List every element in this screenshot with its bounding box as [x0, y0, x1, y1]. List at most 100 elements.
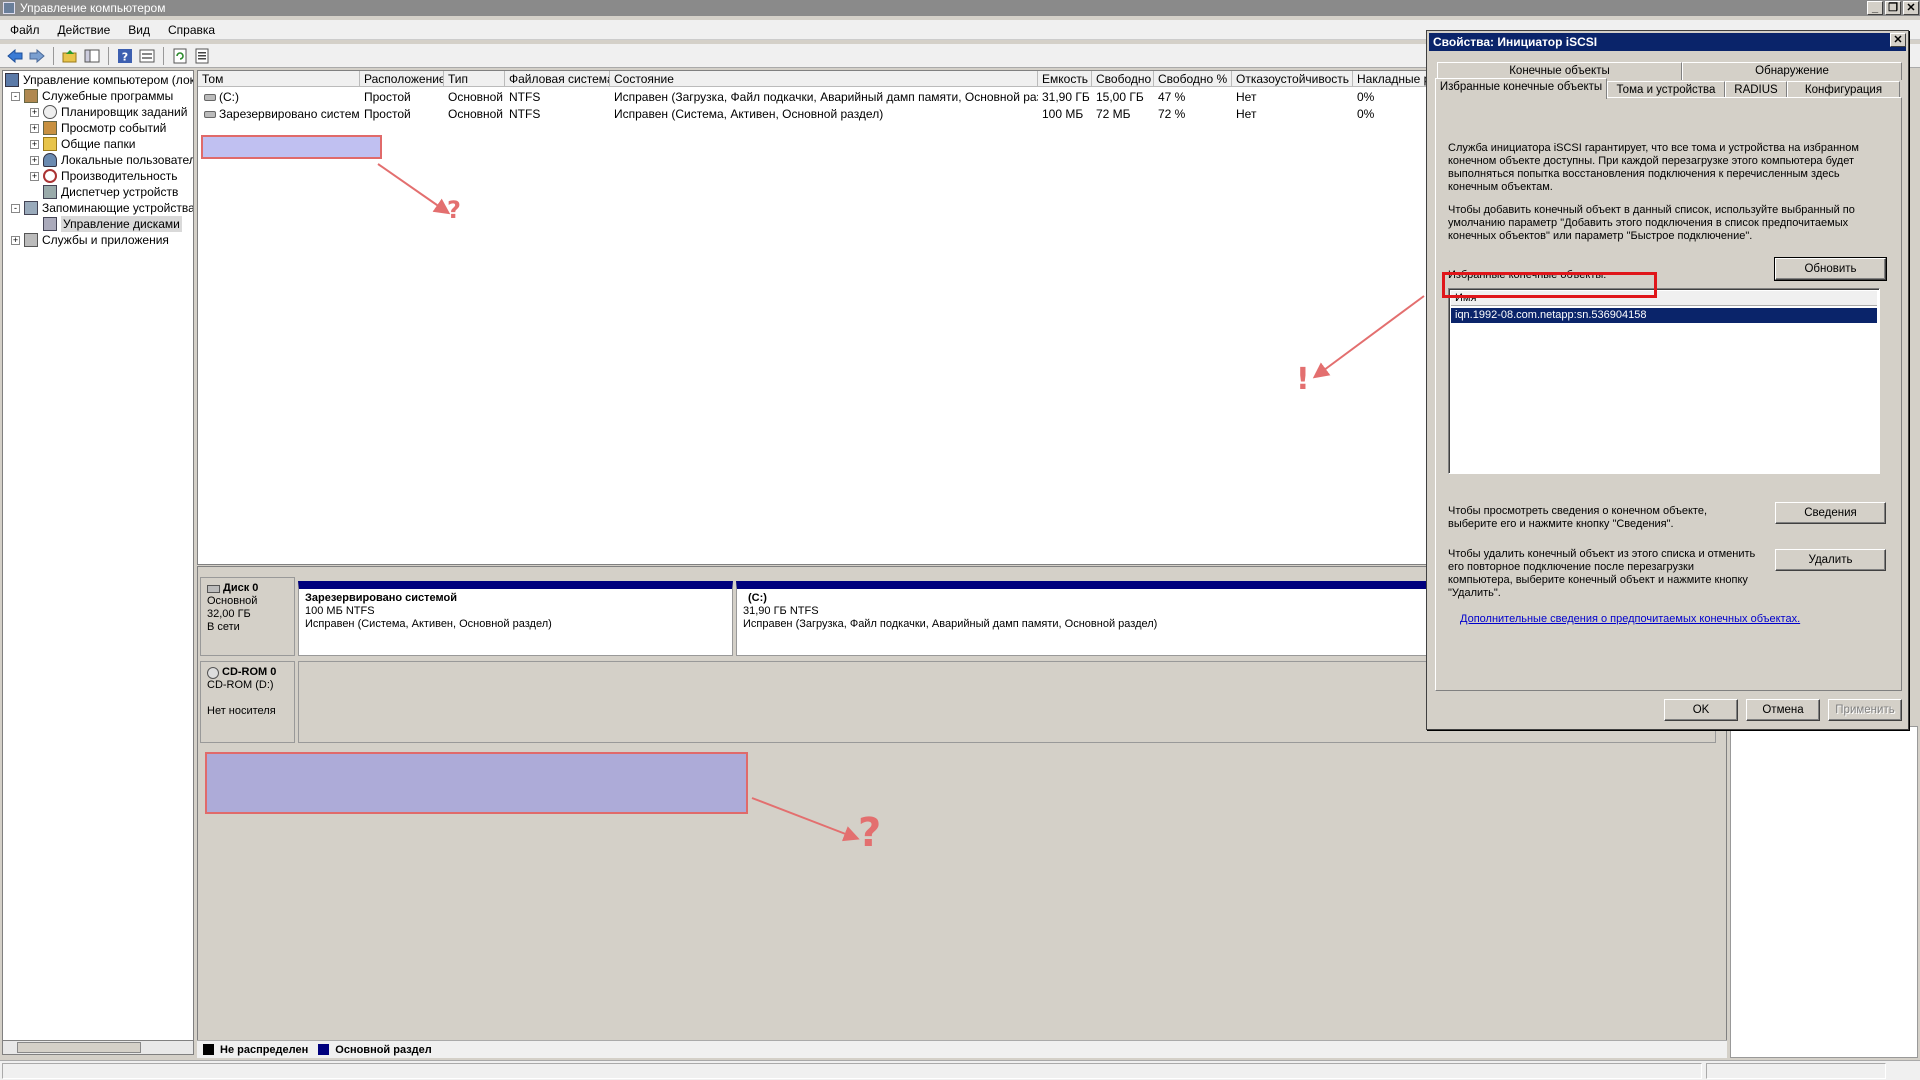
column-header-fault-tolerance[interactable]: Отказоустойчивость: [1232, 71, 1353, 87]
menu-view[interactable]: Вид: [118, 20, 158, 39]
disk-0-header[interactable]: Диск 0 Основной 32,00 ГБ В сети: [200, 577, 295, 656]
scrollbar-thumb[interactable]: [17, 1042, 141, 1053]
column-header-volume[interactable]: Том: [198, 71, 360, 87]
tree-item-shared-folders[interactable]: + Общие папки: [30, 136, 135, 152]
cdrom-icon: [207, 666, 219, 679]
computer-icon: [5, 73, 19, 87]
fault-tolerance-cell: Нет: [1236, 90, 1257, 104]
expand-icon[interactable]: +: [11, 235, 20, 245]
properties-icon[interactable]: [138, 47, 156, 65]
apply-button[interactable]: Применить: [1828, 699, 1902, 721]
status-cell: Исправен (Система, Активен, Основной раз…: [614, 107, 884, 121]
tree-item-device-manager[interactable]: Диспетчер устройств: [43, 184, 178, 200]
back-icon[interactable]: [6, 47, 24, 65]
disk-type: CD-ROM (D:): [207, 679, 274, 691]
column-header-layout[interactable]: Расположение: [360, 71, 444, 87]
expand-icon[interactable]: +: [30, 107, 39, 117]
restore-button[interactable]: ❐: [1885, 1, 1901, 15]
free-percent-cell: 47 %: [1158, 90, 1186, 104]
column-header-free[interactable]: Свободно: [1092, 71, 1154, 87]
iscsi-properties-dialog: Свойства: Инициатор iSCSI ✕ Конечные объ…: [1426, 30, 1909, 730]
partition-system-reserved[interactable]: Зарезервировано системой 100 МБ NTFS Исп…: [298, 581, 733, 656]
svg-text:?: ?: [122, 50, 128, 63]
dialog-close-button[interactable]: ✕: [1890, 33, 1906, 47]
status-panel: [2, 1063, 1702, 1079]
disk-state: Нет носителя: [207, 705, 276, 717]
column-header-file-system[interactable]: Файловая система: [505, 71, 610, 87]
collapse-icon[interactable]: -: [11, 91, 20, 101]
disk-type: Основной: [207, 595, 258, 607]
clock-icon: [43, 105, 57, 119]
tree-item-label: Управление компьютером (лока: [23, 73, 194, 87]
free-cell: 72 МБ: [1096, 107, 1131, 121]
tree-item-label: Служебные программы: [42, 89, 174, 103]
disk-management-icon: [43, 217, 57, 231]
details-button[interactable]: Сведения: [1775, 502, 1886, 524]
console-tree: Управление компьютером (лока - Служебные…: [2, 70, 194, 1055]
column-header-type[interactable]: Тип: [444, 71, 505, 87]
help-icon[interactable]: ?: [116, 47, 134, 65]
tab-discovery[interactable]: Обнаружение: [1682, 62, 1902, 80]
cancel-button[interactable]: Отмена: [1746, 699, 1820, 721]
status-cell: Исправен (Загрузка, Файл подкачки, Авари…: [614, 90, 1038, 104]
performance-icon: [43, 169, 57, 183]
legend-label: Не распределен: [220, 1043, 309, 1056]
more-info-link[interactable]: Дополнительные сведения о предпочитаемых…: [1460, 613, 1800, 625]
toolbar-separator: [163, 46, 164, 65]
volume-cell: (C:): [200, 89, 360, 105]
refresh-icon[interactable]: [171, 47, 189, 65]
unallocated-swatch: [203, 1044, 214, 1055]
tree-item-services-applications[interactable]: + Службы и приложения: [11, 232, 169, 248]
expand-icon[interactable]: +: [30, 171, 39, 181]
partition-size: 100 МБ NTFS: [305, 605, 375, 617]
console-tree-icon[interactable]: [83, 47, 101, 65]
window-title-bar: Управление компьютером _ ❐ ✕: [0, 0, 1920, 16]
partition-status: Исправен (Система, Активен, Основной раз…: [305, 618, 552, 630]
export-icon[interactable]: [193, 47, 211, 65]
tree-item-system-tools[interactable]: - Служебные программы: [11, 88, 173, 104]
remove-button[interactable]: Удалить: [1775, 549, 1886, 571]
favorite-targets-list[interactable]: Имя iqn.1992-08.com.netapp:sn.536904158: [1448, 288, 1880, 474]
tab-favorite-targets[interactable]: Избранные конечные объекты: [1435, 78, 1607, 99]
volume-icon: [204, 111, 216, 118]
tree-item-task-scheduler[interactable]: + Планировщик заданий: [30, 104, 187, 120]
tree-item-computer-management[interactable]: Управление компьютером (лока: [5, 72, 194, 88]
free-percent-cell: 72 %: [1158, 107, 1186, 121]
partition-title: Зарезервировано системой: [305, 592, 457, 604]
tree-item-event-viewer[interactable]: + Просмотр событий: [30, 120, 166, 136]
tree-item-performance[interactable]: + Производительность: [30, 168, 177, 184]
menu-help[interactable]: Справка: [158, 20, 223, 39]
column-header-capacity[interactable]: Емкость: [1038, 71, 1092, 87]
column-header-status[interactable]: Состояние: [610, 71, 1038, 87]
storage-icon: [24, 201, 38, 215]
menu-action[interactable]: Действие: [48, 20, 119, 39]
expand-icon[interactable]: +: [30, 139, 39, 149]
intro-text: Служба инициатора iSCSI гарантирует, что…: [1448, 142, 1859, 193]
details-text: Чтобы просмотреть сведения о конечном об…: [1448, 505, 1708, 530]
tools-icon: [24, 89, 38, 103]
minimize-button[interactable]: _: [1867, 1, 1883, 15]
disk-size: [207, 692, 288, 705]
refresh-button[interactable]: Обновить: [1774, 257, 1887, 281]
expand-icon[interactable]: +: [30, 155, 39, 165]
tree-horizontal-scrollbar[interactable]: [2, 1040, 194, 1055]
ok-button[interactable]: OK: [1664, 699, 1738, 721]
cdrom-0-header[interactable]: CD-ROM 0 CD-ROM (D:) Нет носителя: [200, 661, 295, 743]
list-item[interactable]: iqn.1992-08.com.netapp:sn.536904158: [1451, 308, 1877, 323]
column-header-overhead[interactable]: Накладные р: [1353, 71, 1426, 87]
expand-icon[interactable]: +: [30, 123, 39, 133]
tree-item-label: Запоминающие устройства: [42, 201, 194, 215]
menu-file[interactable]: Файл: [0, 20, 48, 39]
tree-item-local-users[interactable]: + Локальные пользовател: [30, 152, 193, 168]
collapse-icon[interactable]: -: [11, 203, 20, 213]
close-button[interactable]: ✕: [1903, 1, 1919, 15]
tree-item-disk-management[interactable]: Управление дисками: [43, 216, 182, 232]
capacity-cell: 31,90 ГБ: [1042, 90, 1090, 104]
tree-item-storage[interactable]: - Запоминающие устройства: [11, 200, 194, 216]
forward-icon[interactable]: [28, 47, 46, 65]
disk-legend: Не распределен Основной раздел: [197, 1040, 1727, 1058]
column-header-free-percent[interactable]: Свободно %: [1154, 71, 1232, 87]
disk-size: 32,00 ГБ: [207, 608, 251, 620]
remove-text: Чтобы удалить конечный объект из этого с…: [1448, 548, 1756, 599]
up-folder-icon[interactable]: [61, 47, 79, 65]
